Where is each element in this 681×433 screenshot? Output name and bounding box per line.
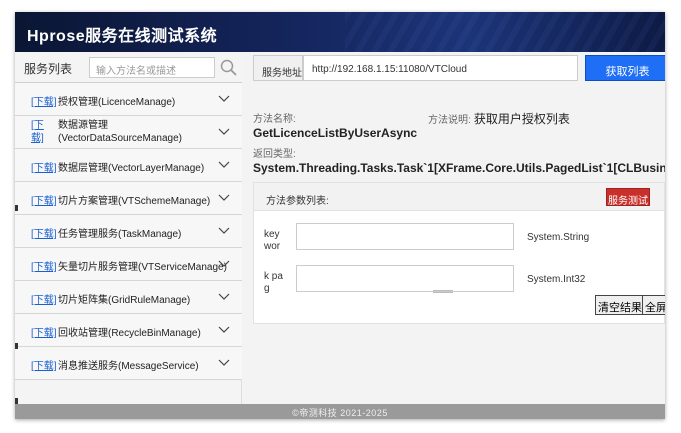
sidebar-title: 服务列表 <box>24 62 73 76</box>
param-input[interactable] <box>296 265 514 292</box>
service-item-label: 数据源管理 (VectorDataSourceManage) <box>58 119 182 145</box>
service-sidebar: 服务列表 输入方法名或描述 [下载] 授权管理(LicenceManage) [… <box>15 52 242 404</box>
sidebar-header: 服务列表 输入方法名或描述 <box>15 52 242 83</box>
search-icon[interactable] <box>218 57 239 78</box>
service-item-vtservice[interactable]: [下载] 矢量切片服务管理(VTServiceManage) <box>15 248 242 281</box>
resize-handle[interactable] <box>433 290 453 293</box>
service-item-gridrule[interactable]: [下载] 切片矩阵集(GridRuleManage) <box>15 281 242 314</box>
service-item-recyclebin[interactable]: [下载] 回收站管理(RecycleBinManage) <box>15 314 242 347</box>
chevron-down-icon[interactable] <box>218 259 230 269</box>
service-address-bar: 服务地址 http://192.168.1.15:11080/VTCloud 获… <box>253 55 665 81</box>
param-type: System.String <box>527 232 590 243</box>
chevron-down-icon[interactable] <box>218 325 230 335</box>
service-item-label: 授权管理(LicenceManage) <box>58 97 176 108</box>
app-title: Hprose服务在线测试系统 <box>27 28 218 45</box>
service-item-vectorlayer[interactable]: [下载] 数据层管理(VectorLayerManage) <box>15 149 242 182</box>
footer-copyright: ©帝测科技 2021-2025 <box>15 404 665 419</box>
method-desc-label: 方法说明: <box>428 115 471 126</box>
params-header: 方法参数列表: 服务测试 <box>254 183 664 211</box>
service-test-button[interactable]: 服务测试 <box>606 188 650 207</box>
param-input[interactable] <box>296 223 514 250</box>
service-item-label: 切片矩阵集(GridRuleManage) <box>58 295 191 306</box>
app-header: Hprose服务在线测试系统 <box>15 12 665 52</box>
app-window: Hprose服务在线测试系统 服务列表 输入方法名或描述 [下载] 授权管理(L… <box>15 12 665 419</box>
service-item-label: 任务管理服务(TaskManage) <box>58 229 182 240</box>
service-item-label: 回收站管理(RecycleBinManage) <box>58 328 201 339</box>
service-item-message[interactable]: [下载] 消息推送服务(MessageService) <box>15 347 242 380</box>
service-item-vtscheme[interactable]: [下载] 切片方案管理(VTSchemeManage) <box>15 182 242 215</box>
service-address-input[interactable]: http://192.168.1.15:11080/VTCloud <box>303 55 578 81</box>
param-type: System.Int32 <box>527 274 586 285</box>
chevron-down-icon[interactable] <box>218 358 230 368</box>
method-name-label-text: 方法名称: <box>253 114 296 125</box>
service-list: [下载] 授权管理(LicenceManage) [下 载] 数据源管理 (Vect… <box>15 83 242 380</box>
search-input[interactable]: 输入方法名或描述 <box>89 57 215 78</box>
download-link[interactable]: [下载] <box>31 291 57 306</box>
method-desc: 方法说明: 获取用户授权列表 <box>428 110 570 127</box>
download-link[interactable]: [下载] <box>31 324 57 339</box>
chevron-down-icon[interactable] <box>218 127 230 137</box>
method-panel: 服务地址 http://192.168.1.15:11080/VTCloud 获… <box>243 52 665 404</box>
return-type-label: 返回类型: <box>253 145 296 160</box>
method-name-value: GetLicenceListByUserAsync <box>253 126 417 140</box>
chevron-down-icon[interactable] <box>218 292 230 302</box>
chevron-down-icon[interactable] <box>218 193 230 203</box>
service-item-datasource[interactable]: [下载] 数据源管理 (VectorDataSourceManage) <box>15 116 242 149</box>
return-type-label-text: 返回类型: <box>253 149 296 160</box>
return-type-value: System.Threading.Tasks.Task`1[XFrame.Cor… <box>253 161 665 175</box>
service-address-label: 服务地址 <box>253 55 303 81</box>
service-item-label-line: 数据源管理 <box>58 120 108 131</box>
download-link[interactable]: [下载] <box>31 159 57 174</box>
service-item-label: 数据层管理(VectorLayerManage) <box>58 163 205 174</box>
param-name: k pag <box>264 271 283 294</box>
service-item-label: 切片方案管理(VTSchemeManage) <box>58 196 211 207</box>
download-link[interactable]: [下载] <box>31 119 53 145</box>
service-item-label-line: (VectorDataSourceManage) <box>58 133 182 144</box>
chevron-down-icon[interactable] <box>218 226 230 236</box>
download-link[interactable]: [下载] <box>31 357 57 372</box>
download-link[interactable]: [下载] <box>31 93 57 108</box>
service-item-task[interactable]: [下载] 任务管理服务(TaskManage) <box>15 215 242 248</box>
fetch-list-button[interactable]: 获取列表 <box>585 55 665 81</box>
edge-mark <box>15 205 18 211</box>
service-item-licence[interactable]: [下载] 授权管理(LicenceManage) <box>15 83 242 116</box>
clear-results-button[interactable]: 清空结果 <box>595 295 645 315</box>
method-desc-value: 获取用户授权列表 <box>473 112 570 126</box>
chevron-down-icon[interactable] <box>218 160 230 170</box>
param-row: key wor System.String <box>254 223 664 257</box>
service-item-label: 消息推送服务(MessageService) <box>58 361 199 372</box>
method-name-label: 方法名称: <box>253 110 296 125</box>
download-link[interactable]: [下载] <box>31 225 57 240</box>
params-title: 方法参数列表: <box>266 196 329 207</box>
edge-mark <box>15 398 18 404</box>
fullscreen-button[interactable]: 全屏 <box>642 295 665 315</box>
chevron-down-icon[interactable] <box>218 94 230 104</box>
download-link-part: [下 <box>31 120 44 131</box>
return-type-text: System.Threading.Tasks.Task`1[XFrame.Cor… <box>253 161 665 175</box>
download-link[interactable]: [下载] <box>31 192 57 207</box>
download-link[interactable]: [下载] <box>31 258 57 273</box>
param-name: key wor <box>264 229 281 252</box>
download-link-part: 载] <box>31 133 44 144</box>
param-row: k pag System.Int32 <box>254 265 664 299</box>
method-name-text: GetLicenceListByUserAsync <box>253 126 418 140</box>
edge-mark <box>15 343 18 349</box>
service-item-label: 矢量切片服务管理(VTServiceManage) <box>58 262 227 273</box>
header-decoration <box>345 12 665 52</box>
